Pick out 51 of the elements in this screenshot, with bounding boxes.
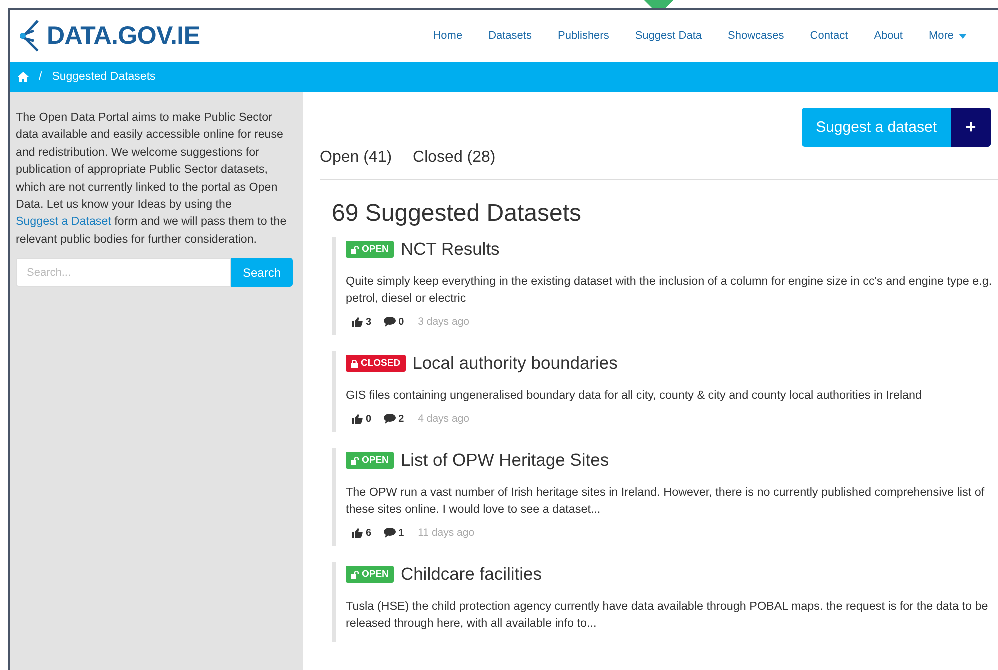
thumbs-up-icon: [352, 317, 363, 327]
comment-icon: [384, 414, 396, 424]
padlock-icon: [351, 360, 358, 368]
search-field[interactable]: Search...: [16, 258, 231, 288]
site-logo[interactable]: DATA.GOV.IE: [47, 22, 200, 50]
suggest-dataset-link[interactable]: Suggest a Dataset: [16, 215, 112, 228]
suggestion-title-link[interactable]: List of OPW Heritage Sites: [400, 450, 610, 471]
unlocked-padlock-icon: [351, 456, 359, 464]
post-age: 3 days ago: [418, 316, 470, 328]
unlocked-padlock-icon: [351, 246, 359, 254]
vote-count: 6: [366, 528, 372, 538]
status-badge: OPEN: [346, 452, 394, 469]
suggestion-description: GIS files containing ungeneralised boundary data for all city, county & city and county local authorities in Ireland: [346, 388, 924, 404]
filter-tab[interactable]: Open (41): [320, 149, 392, 167]
home-icon[interactable]: [18, 72, 29, 82]
breadcrumb-current: Suggested Datasets: [52, 71, 156, 83]
filter-tab[interactable]: Closed (28): [413, 149, 496, 167]
intro-paragraph: The Open Data Portal aims to make Public Sector data available and easily accessible online for reuse and redistribution. We welcome suggestions for publication of appropriate Public Sector datasets, which are not currently linked to the portal as Open Data. Let us know your Ideas by using the Suggest a Dataset form and we will pass them to the relevant public bodies for further consideration.: [16, 110, 288, 248]
nav-link[interactable]: About: [861, 30, 916, 42]
breadcrumb-separator: /: [39, 71, 42, 83]
nav-link[interactable]: Suggest Data: [622, 30, 715, 42]
nav-link[interactable]: Publishers: [544, 30, 622, 42]
suggestion-description: The OPW run a vast number of Irish heritage sites in Ireland. However, there is no currently published comprehensive list of these sites online. I would love to see a dataset...: [346, 485, 986, 518]
nav-link[interactable]: More: [916, 30, 980, 42]
suggestion-description: Quite simply keep everything in the existing dataset with the inclusion of a column for engine size in cc's and engine type e.g. petrol, diesel or electric: [346, 274, 994, 307]
vote-count: 0: [366, 414, 372, 424]
plus-icon: +: [951, 108, 991, 147]
comment-icon: [384, 528, 396, 538]
suggestion-title-link[interactable]: NCT Results: [400, 239, 500, 260]
suggestion-title-link[interactable]: Local authority boundaries: [412, 353, 618, 374]
thumbs-up-icon: [352, 528, 363, 538]
comment-count: 0: [398, 316, 404, 328]
status-badge: CLOSED: [346, 355, 406, 372]
nav-link[interactable]: Datasets: [476, 30, 545, 42]
nav-link[interactable]: Showcases: [715, 30, 798, 42]
comment-icon: [384, 317, 396, 327]
status-badge: OPEN: [346, 241, 394, 258]
page-heading: 69 Suggested Datasets: [332, 200, 583, 228]
comment-count: 1: [398, 528, 404, 538]
vote-count: 3: [366, 316, 372, 328]
nav-link[interactable]: Contact: [797, 30, 862, 42]
suggestion-description: Tusla (HSE) the child protection agency currently have data available through POBAL maps. the request is for the data to be released through here, with all available info to...: [346, 599, 990, 632]
status-badge: OPEN: [346, 566, 394, 583]
thumbs-up-icon: [352, 414, 363, 424]
post-age: 11 days ago: [418, 527, 475, 539]
nav-link[interactable]: Home: [420, 30, 476, 42]
suggest-dataset-button[interactable]: Suggest a dataset +: [802, 108, 991, 147]
suggestion-title-link[interactable]: Childcare facilities: [400, 564, 542, 585]
unlocked-padlock-icon: [351, 570, 359, 578]
post-age: 4 days ago: [418, 413, 470, 425]
comment-count: 2: [398, 414, 404, 424]
